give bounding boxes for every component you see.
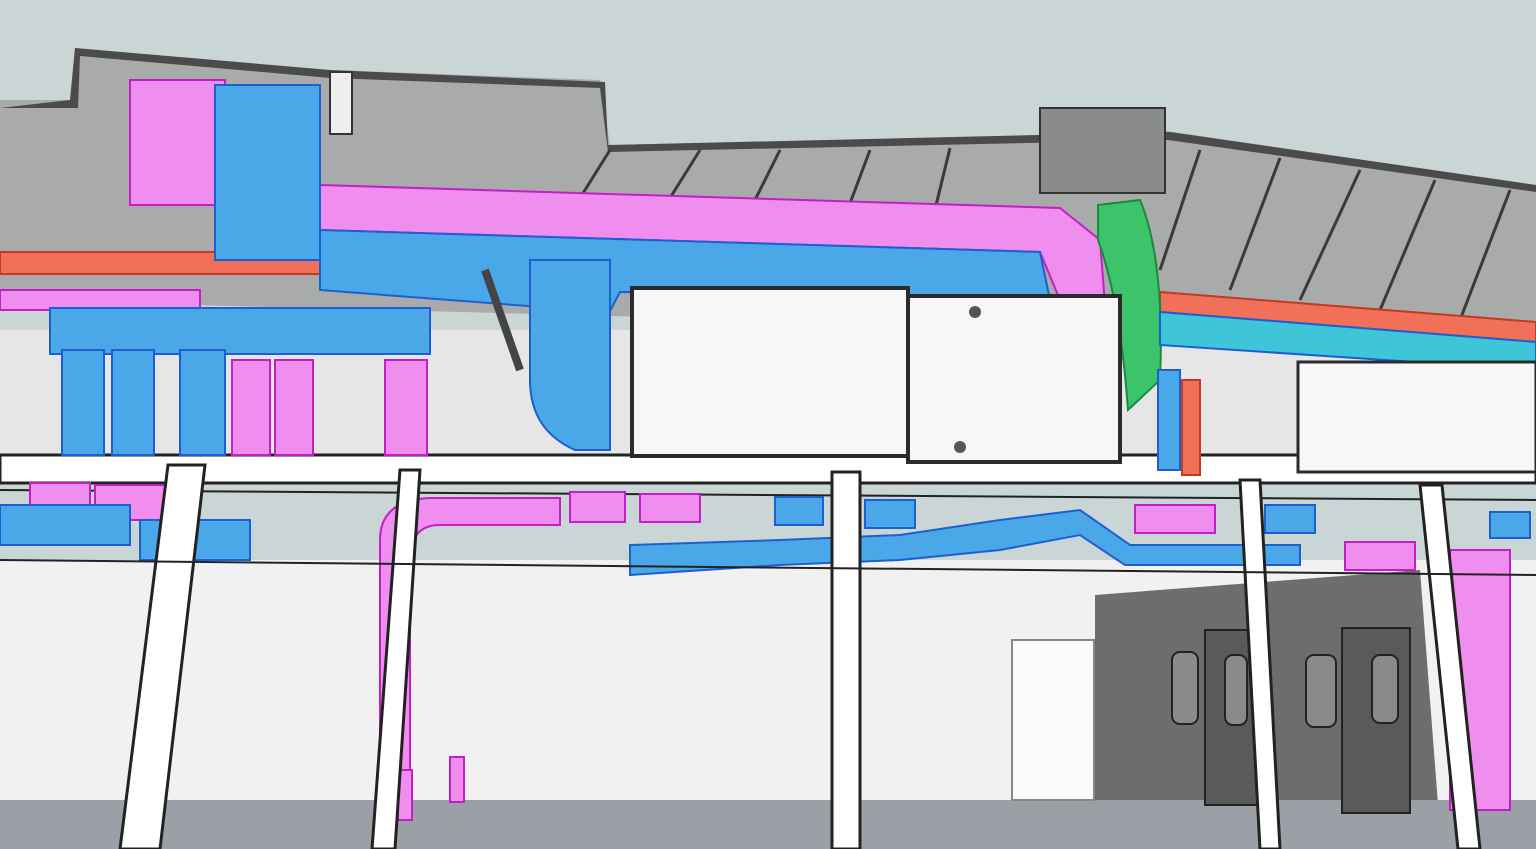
lower-return-duct-3 <box>569 491 626 523</box>
air-handling-unit-icon <box>630 286 1122 464</box>
return-duct-riser-box <box>129 79 226 206</box>
roof-penthouse <box>1039 107 1166 194</box>
wall-grille-2 <box>449 756 465 803</box>
air-handler-knob-2 <box>954 441 966 453</box>
door-window-1 <box>1224 654 1248 726</box>
supply-duct-riser-box <box>214 84 321 261</box>
supply-duct-lateral <box>49 307 431 355</box>
door-window-2 <box>1371 654 1399 724</box>
air-handler-panel-1 <box>630 286 910 458</box>
lower-return-duct-4 <box>639 493 701 523</box>
lower-supply-box-2 <box>864 499 916 529</box>
shaft-element <box>329 71 353 135</box>
supply-duct-drop-3 <box>179 349 226 456</box>
supply-duct-drop-1 <box>61 349 105 456</box>
lower-supply-box-3 <box>1264 504 1316 534</box>
lower-supply-duct-1 <box>0 504 131 546</box>
wall-window-1 <box>1171 651 1199 725</box>
supply-duct-elbow <box>529 259 611 451</box>
return-duct-drop-1 <box>231 359 271 456</box>
wall-window-2 <box>1305 654 1337 728</box>
interior-door-frame <box>1011 639 1095 801</box>
air-handler-knob-1 <box>969 306 981 318</box>
lower-return-duct-5 <box>1134 504 1216 534</box>
supply-duct-riser-right <box>1157 369 1181 471</box>
lower-return-duct-6 <box>1344 541 1416 571</box>
lower-supply-box-4 <box>1489 511 1531 539</box>
column-3 <box>830 470 862 849</box>
return-duct-drop-2 <box>274 359 314 456</box>
hot-water-riser <box>1181 379 1201 476</box>
air-handler-panel-2 <box>906 294 1122 464</box>
return-duct-drop-3 <box>384 359 428 456</box>
mep-ductwork-render <box>0 0 1536 849</box>
floor <box>0 800 1536 849</box>
air-handler-right <box>1296 360 1536 474</box>
supply-duct-drop-2 <box>111 349 155 456</box>
lower-supply-box-1 <box>774 496 824 526</box>
